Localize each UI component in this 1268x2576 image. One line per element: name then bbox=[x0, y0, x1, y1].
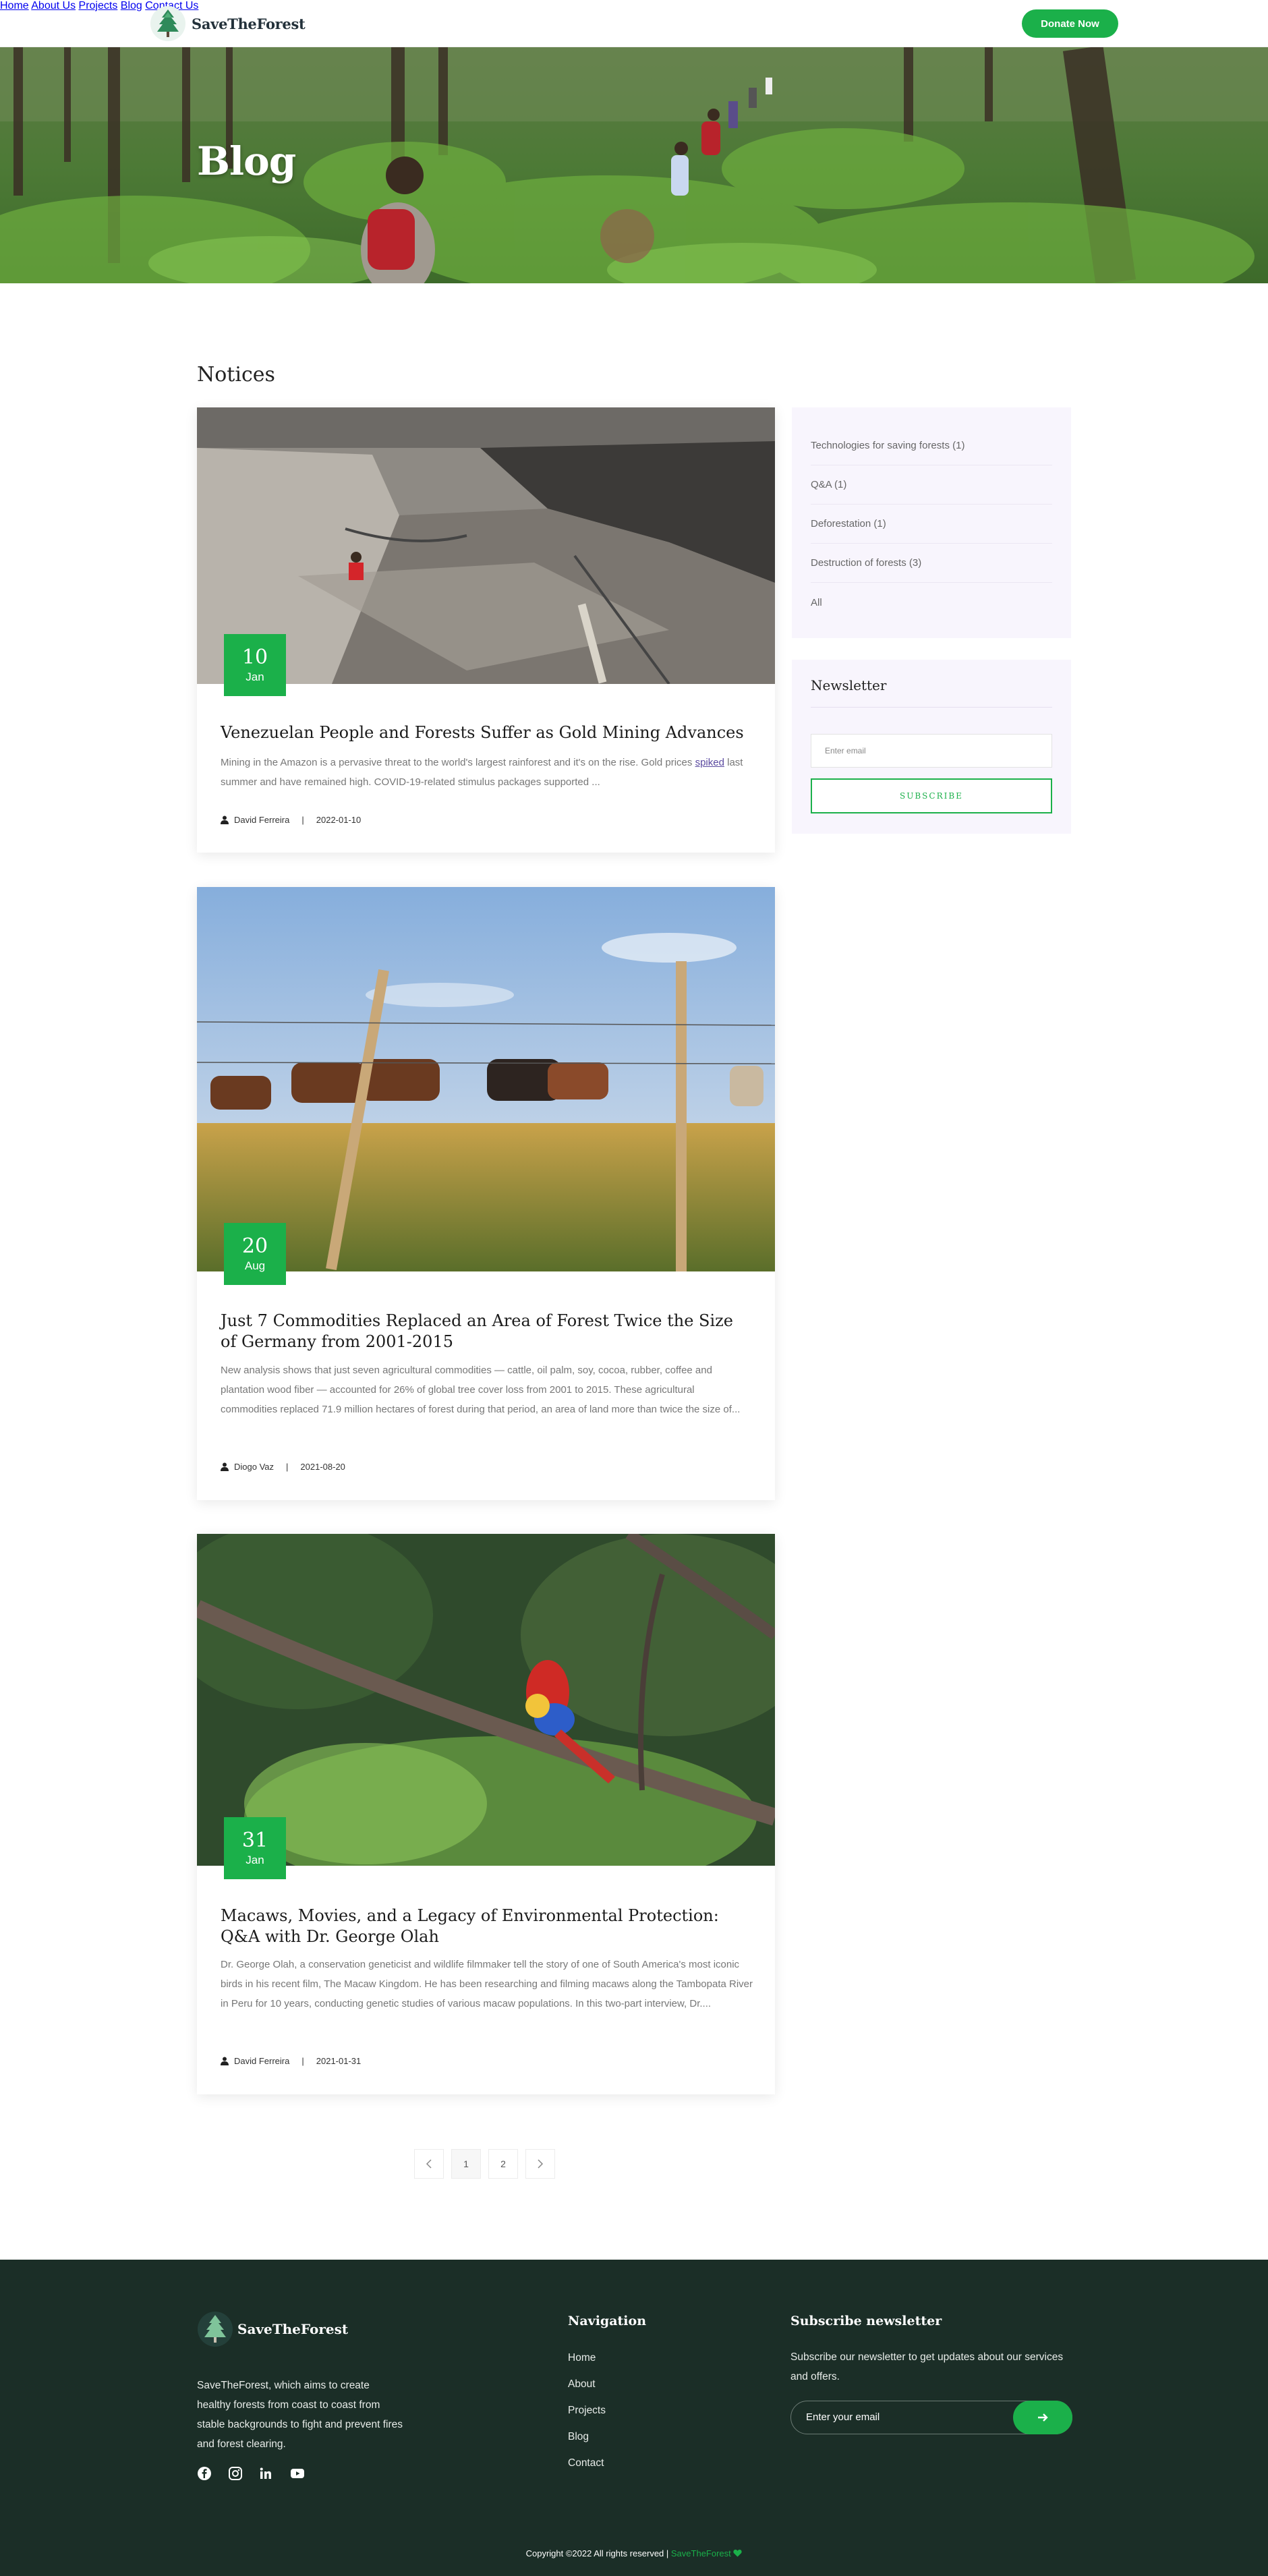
meta-separator: | bbox=[301, 2056, 304, 2066]
copyright: Copyright ©2022 All rights reserved | Sa… bbox=[0, 2548, 1268, 2558]
date-month: Aug bbox=[244, 1259, 266, 1272]
date-day: 20 bbox=[241, 1234, 268, 1258]
site-header: SaveTheForest Home About Us Projects Blo… bbox=[0, 0, 1268, 47]
divider bbox=[811, 707, 1052, 708]
newsletter-widget: Newsletter Enter email SUBSCRIBE bbox=[792, 660, 1071, 834]
pagination-page-1[interactable]: 1 bbox=[451, 2149, 481, 2179]
post-title[interactable]: Macaws, Movies, and a Legacy of Environm… bbox=[221, 1906, 753, 1947]
excerpt-text: Mining in the Amazon is a pervasive thre… bbox=[221, 757, 695, 768]
categories-widget: Technologies for saving forests (1) Q&A … bbox=[792, 407, 1071, 638]
footer-subscribe-button[interactable] bbox=[1013, 2401, 1072, 2434]
post-card[interactable]: 10 Jan Venezuelan People and Forests Suf… bbox=[197, 407, 775, 853]
post-meta: David Ferreira | 2021-01-31 bbox=[221, 2056, 361, 2066]
date-day: 10 bbox=[241, 646, 268, 669]
nav-blog[interactable]: Blog bbox=[121, 0, 142, 11]
excerpt-link[interactable]: spiked bbox=[695, 757, 724, 768]
date-month: Jan bbox=[246, 670, 264, 683]
meta-separator: | bbox=[286, 1462, 289, 1472]
tree-logo-icon bbox=[198, 2312, 233, 2347]
footer-subscribe-text: Subscribe our newsletter to get updates … bbox=[790, 2351, 1064, 2382]
newsletter-email-input[interactable]: Enter email bbox=[811, 734, 1052, 768]
nav-home[interactable]: Home bbox=[0, 0, 29, 11]
post-card[interactable]: 20 Aug Just 7 Commodities Replaced an Ar… bbox=[197, 887, 775, 1500]
arrow-right-icon bbox=[1038, 2413, 1048, 2422]
hero-forest-image bbox=[0, 47, 1268, 283]
site-logo[interactable]: SaveTheForest bbox=[150, 4, 306, 43]
site-footer: SaveTheForest SaveTheForest, which aims … bbox=[0, 2260, 1268, 2576]
footer-link-about[interactable]: About bbox=[568, 2378, 596, 2391]
user-icon bbox=[221, 2057, 229, 2065]
email-placeholder: Enter your email bbox=[806, 2411, 880, 2423]
facebook-icon[interactable] bbox=[197, 2466, 212, 2481]
nav-projects[interactable]: Projects bbox=[79, 0, 118, 11]
donate-button[interactable]: Donate Now bbox=[1022, 9, 1118, 38]
post-author[interactable]: Diogo Vaz bbox=[234, 1462, 274, 1472]
category-item-all[interactable]: All bbox=[811, 583, 1052, 622]
category-item[interactable]: Destruction of forests (3) bbox=[811, 544, 1052, 583]
category-item[interactable]: Deforestation (1) bbox=[811, 505, 1052, 544]
subscribe-button[interactable]: SUBSCRIBE bbox=[811, 778, 1052, 813]
meta-separator: | bbox=[301, 815, 304, 825]
footer-link-blog[interactable]: Blog bbox=[568, 2431, 589, 2443]
post-title[interactable]: Just 7 Commodities Replaced an Area of F… bbox=[221, 1311, 753, 1352]
hero-banner: Blog bbox=[0, 47, 1268, 283]
category-item[interactable]: Technologies for saving forests (1) bbox=[811, 426, 1052, 465]
date-badge: 31 Jan bbox=[224, 1817, 286, 1879]
pagination-next[interactable] bbox=[525, 2149, 555, 2179]
footer-subscribe-title: Subscribe newsletter bbox=[790, 2314, 942, 2328]
pagination-page-2[interactable]: 2 bbox=[488, 2149, 518, 2179]
date-badge: 20 Aug bbox=[224, 1223, 286, 1285]
date-day: 31 bbox=[241, 1829, 268, 1852]
post-meta: Diogo Vaz | 2021-08-20 bbox=[221, 1462, 345, 1472]
date-month: Jan bbox=[246, 1854, 264, 1866]
newsletter-title: Newsletter bbox=[811, 677, 887, 693]
post-author[interactable]: David Ferreira bbox=[234, 815, 289, 825]
user-icon bbox=[221, 1462, 229, 1471]
instagram-icon[interactable] bbox=[228, 2466, 243, 2481]
post-date: 2021-08-20 bbox=[300, 1462, 345, 1472]
user-icon bbox=[221, 815, 229, 824]
linkedin-icon[interactable] bbox=[258, 2466, 273, 2481]
post-meta: David Ferreira | 2022-01-10 bbox=[221, 815, 361, 825]
footer-nav-title: Navigation bbox=[568, 2314, 647, 2328]
copyright-brand-link[interactable]: SaveTheForest bbox=[671, 2548, 731, 2558]
footer-link-home[interactable]: Home bbox=[568, 2352, 596, 2364]
post-image[interactable] bbox=[197, 887, 775, 1271]
pagination-prev[interactable] bbox=[414, 2149, 444, 2179]
brand-name: SaveTheForest bbox=[192, 15, 306, 32]
footer-link-projects[interactable]: Projects bbox=[568, 2405, 606, 2417]
youtube-icon[interactable] bbox=[290, 2466, 305, 2481]
section-title: Notices bbox=[197, 363, 275, 387]
page-title: Blog bbox=[197, 138, 296, 184]
post-card[interactable]: 31 Jan Macaws, Movies, and a Legacy of E… bbox=[197, 1534, 775, 2094]
tree-logo-icon bbox=[150, 6, 185, 41]
footer-logo[interactable]: SaveTheForest bbox=[197, 2311, 348, 2347]
post-excerpt: New analysis shows that just seven agric… bbox=[221, 1365, 741, 1415]
post-date: 2022-01-10 bbox=[316, 815, 362, 825]
footer-about: SaveTheForest, which aims to create heal… bbox=[197, 2380, 403, 2450]
post-excerpt: Mining in the Amazon is a pervasive thre… bbox=[221, 753, 753, 792]
post-excerpt: Dr. George Olah, a conservation genetici… bbox=[221, 1959, 753, 2009]
footer-brand-name: SaveTheForest bbox=[237, 2321, 349, 2337]
copyright-text: Copyright ©2022 All rights reserved | bbox=[525, 2548, 671, 2558]
category-item[interactable]: Q&A (1) bbox=[811, 465, 1052, 505]
date-badge: 10 Jan bbox=[224, 634, 286, 696]
heart-icon bbox=[733, 2549, 743, 2557]
chevron-left-icon bbox=[426, 2159, 432, 2169]
post-title[interactable]: Venezuelan People and Forests Suffer as … bbox=[221, 722, 753, 743]
post-image[interactable] bbox=[197, 1534, 775, 1866]
nav-about-us[interactable]: About Us bbox=[31, 0, 76, 11]
chevron-right-icon bbox=[538, 2159, 544, 2169]
footer-link-contact[interactable]: Contact bbox=[568, 2457, 604, 2469]
post-date: 2021-01-31 bbox=[316, 2056, 362, 2066]
post-author[interactable]: David Ferreira bbox=[234, 2056, 289, 2066]
